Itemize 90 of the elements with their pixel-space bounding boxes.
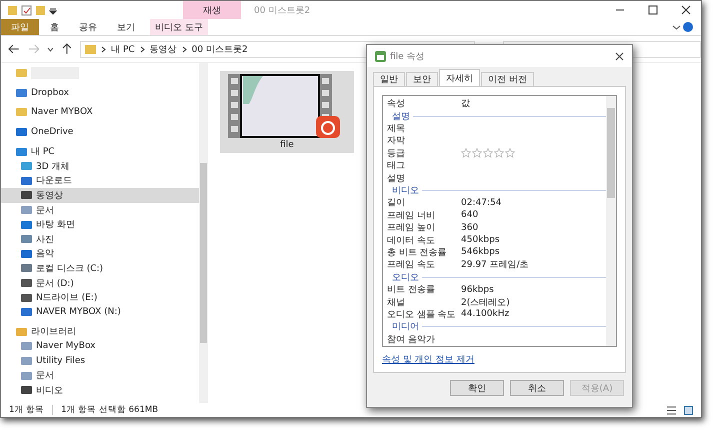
close-icon[interactable] (615, 52, 624, 60)
column-header[interactable]: 값 (461, 96, 470, 110)
contextual-tab-header: 재생 (183, 1, 241, 19)
star-rating[interactable] (461, 148, 515, 158)
folder-icon (16, 68, 27, 78)
sidebar-item[interactable]: 문서 (1, 202, 199, 218)
back-arrow-icon[interactable] (8, 44, 20, 54)
property-name: 총 비트 전송률 (387, 247, 448, 259)
property-name: 비트 전송률 (387, 284, 436, 296)
dialog-button[interactable]: 확인 (450, 380, 504, 396)
sidebar-item[interactable]: 사진 (1, 232, 199, 247)
column-header[interactable]: 속성 (387, 96, 461, 110)
property-name: 데이터 속도 (387, 234, 436, 247)
property-name: 프레임 너비 (387, 210, 436, 222)
video-file-icon (375, 50, 386, 62)
folder-icon (85, 44, 96, 54)
sidebar-item[interactable]: 3D 개체 (1, 158, 199, 174)
property-name: 태그 (387, 160, 406, 172)
property-value: 360 (461, 222, 478, 233)
maximize-icon[interactable] (648, 5, 658, 15)
folder-icon (16, 326, 27, 337)
sidebar-item[interactable]: 로컬 디스크 (C:) (1, 261, 199, 276)
property-value: 640 (461, 210, 478, 220)
property-name: 프레임 속도 (387, 259, 436, 272)
property-name: 프레임 높이 (387, 222, 436, 234)
property-name: 등급 (387, 148, 406, 160)
sidebar-item[interactable]: 음악 (1, 246, 199, 262)
up-arrow-icon[interactable] (62, 43, 72, 55)
status-text: 1개 항목 선택함 661MB (61, 404, 158, 416)
sidebar-item[interactable]: N드라이브 (E:) (1, 290, 199, 305)
chevron-down-icon[interactable] (47, 46, 54, 52)
sidebar-item[interactable]: 내 PC (1, 144, 199, 159)
group-header: 설명 (392, 110, 410, 123)
remove-properties-link[interactable]: 속성 및 개인 정보 제거 (382, 353, 474, 366)
breadcrumb[interactable]: 00 미스트롯2 (192, 42, 248, 56)
sidebar-item[interactable]: 동영상 (1, 188, 199, 203)
sidebar-item[interactable]: NAVER MYBOX (N:) (1, 304, 199, 320)
dialog-button[interactable]: 취소 (510, 380, 564, 396)
status-text: 1개 항목 (9, 404, 44, 416)
chevron-right-icon (182, 46, 187, 52)
details-view-icon[interactable] (667, 406, 676, 414)
sidebar-item[interactable]: OneDrive (1, 124, 199, 140)
property-value: 96kbps (461, 284, 494, 295)
ribbon-tab[interactable]: 공유 (70, 19, 106, 35)
sidebar-item[interactable]: 다운로드 (1, 174, 199, 188)
checklist-icon[interactable] (21, 4, 32, 16)
property-name: 채널 (387, 296, 406, 309)
property-value: 29.97 프레임/초 (461, 259, 529, 272)
property-name: 길이 (387, 197, 406, 210)
ribbon-tab[interactable]: 홈 (41, 19, 68, 35)
property-value: 02:47:54 (461, 198, 502, 208)
sidebar-item[interactable]: Naver MYBOX (1, 105, 199, 120)
sidebar-item[interactable]: 비디오 (1, 382, 199, 398)
property-name: 설명 (387, 172, 406, 185)
group-header: 오디오 (392, 272, 419, 284)
group-header: 비디오 (392, 185, 419, 198)
sidebar-item[interactable]: 라이브러리 (1, 324, 199, 340)
chevron-right-icon (140, 46, 145, 52)
sidebar-item[interactable]: 문서 (1, 368, 199, 383)
dialog-tab[interactable]: 일반 (373, 72, 405, 86)
property-value: 450kbps (461, 235, 500, 246)
property-name: 참여 음악가 (387, 334, 436, 346)
property-name: 제목 (387, 123, 406, 136)
close-icon[interactable] (681, 5, 691, 15)
ribbon-tab[interactable]: 보기 (108, 19, 144, 35)
group-header: 미디어 (392, 321, 419, 334)
property-name: 자막 (387, 135, 406, 148)
large-icons-view-icon[interactable] (684, 406, 693, 414)
scrollbar[interactable] (606, 96, 616, 346)
file-tile[interactable]: file (220, 71, 354, 153)
dialog-tab[interactable]: 보안 (406, 72, 438, 86)
sidebar-item[interactable]: Dropbox (1, 86, 199, 100)
property-name: 오디오 샘플 속도 (387, 308, 457, 321)
property-value: 2(스테레오) (461, 296, 510, 309)
scrollbar[interactable] (199, 63, 208, 403)
sidebar-item[interactable]: Utility Files (1, 354, 199, 368)
ribbon-tab[interactable]: 비디오 도구 (150, 19, 208, 35)
dialog-tab[interactable]: 이전 버전 (481, 72, 534, 86)
window-title: 00 미스트롯2 (254, 4, 312, 16)
chevron-down-icon[interactable] (672, 22, 681, 32)
breadcrumb[interactable]: 동영상 (150, 42, 177, 56)
folder-icon (16, 107, 27, 118)
property-value: 44.100kHz (461, 309, 510, 320)
dialog-tab[interactable]: 자세히 (439, 69, 480, 86)
sidebar-item[interactable]: 바탕 화면 (1, 217, 199, 232)
property-value: 546kbps (461, 247, 500, 258)
chevron-right-icon (101, 46, 106, 52)
sidebar-item[interactable]: Naver MyBox (1, 339, 199, 354)
breadcrumb[interactable]: 내 PC (111, 42, 135, 56)
sidebar-item[interactable]: 문서 (D:) (1, 276, 199, 290)
